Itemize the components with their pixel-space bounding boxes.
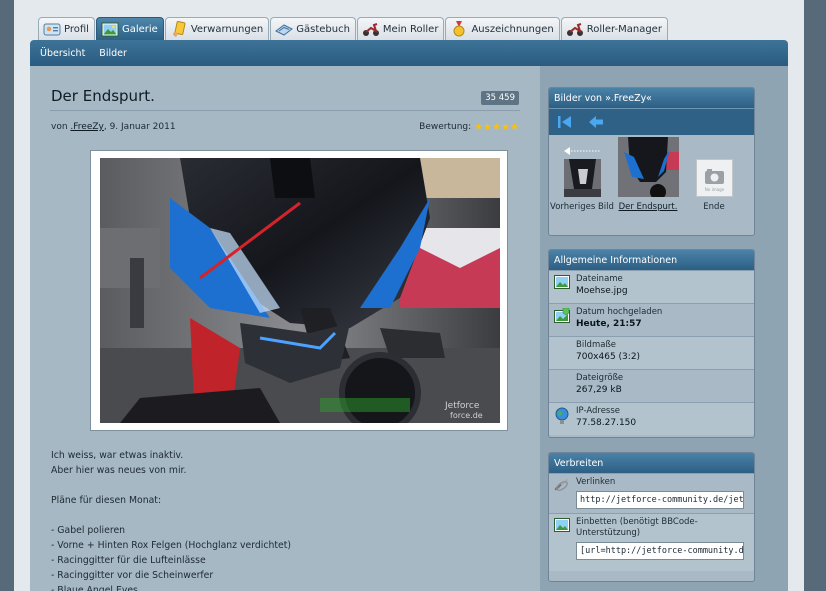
link-icon <box>554 477 576 509</box>
scooter-icon <box>362 21 380 37</box>
image-file-icon <box>554 274 576 299</box>
current-thumbnail-label[interactable]: Der Endspurt. <box>619 201 678 213</box>
tab-gaestebuch[interactable]: Gästebuch <box>270 17 356 40</box>
pictures-by-user-link[interactable]: Bilder von ».FreeZy« <box>554 93 652 104</box>
current-thumbnail-image <box>617 137 679 197</box>
image-content: Der Endspurt. 35 459 von .FreeZy, 9. Jan… <box>30 66 540 591</box>
page-title: Der Endspurt. <box>51 87 155 105</box>
info-label: Dateigröße <box>576 373 624 383</box>
previous-thumbnail[interactable]: Vorheriges Bild <box>549 137 615 232</box>
info-value: 700x465 (3:2) <box>576 352 641 362</box>
page: Profil Galerie Verwarnungen Gästebuch Me… <box>14 0 804 591</box>
info-row-filesize: Dateigröße 267,29 kB <box>549 369 754 402</box>
embed-image-icon <box>554 517 576 567</box>
info-label: Bildmaße <box>576 340 617 350</box>
link-url-field[interactable]: http://jetforce-community.de/jetforce <box>576 491 744 509</box>
info-row-dimensions: Bildmaße 700x465 (3:2) <box>549 336 754 369</box>
end-thumbnail: No image Ende <box>681 137 747 232</box>
share-box-header: Verbreiten <box>549 453 754 473</box>
current-thumbnail[interactable]: Der Endspurt. <box>615 137 681 232</box>
rating-label: Bewertung: <box>419 122 472 132</box>
info-value: 267,29 kB <box>576 385 622 395</box>
tab-galerie[interactable]: Galerie <box>95 17 164 40</box>
arrow-left-icon <box>589 116 603 128</box>
warning-card-icon <box>170 21 188 37</box>
tab-auszeichnungen[interactable]: Auszeichnungen <box>445 17 560 40</box>
previous-picture-button[interactable] <box>586 112 606 132</box>
tab-label: Verwarnungen <box>190 23 264 35</box>
share-label: Einbetten (benötigt BBCode-Unterstützung… <box>576 517 698 538</box>
image-description: Ich weiss, war etwas inaktiv. Aber hier … <box>51 450 292 591</box>
subnav-pictures-link[interactable]: Bilder <box>99 48 127 59</box>
info-row-ip: IP-Adresse 77.58.27.150 <box>549 402 754 435</box>
share-row-link: Verlinken http://jetforce-community.de/je… <box>549 473 754 513</box>
share-row-embed: Einbetten (benötigt BBCode-Unterstützung… <box>549 513 754 571</box>
tab-profil[interactable]: Profil <box>38 17 95 40</box>
info-row-filename: Dateiname Moehse.jpg <box>549 270 754 303</box>
tab-label: Auszeichnungen <box>471 23 554 35</box>
scooter-icon <box>566 21 584 37</box>
info-label: Dateiname <box>576 274 623 284</box>
rating: Bewertung: ★ ★ ★ ★ ★ <box>419 122 519 132</box>
info-value: Moehse.jpg <box>576 286 628 296</box>
gallery-subnav: Übersicht Bilder <box>30 40 788 66</box>
tab-roller-manager[interactable]: Roller-Manager <box>560 17 668 40</box>
share-label: Verlinken <box>576 477 616 487</box>
info-row-upload-date: Datum hochgeladen Heute, 21:57 <box>549 303 754 336</box>
view-count-badge: 35 459 <box>481 91 519 105</box>
watermark-top: Jetforce <box>444 401 480 411</box>
photo-frame: Jetforce force.de <box>90 150 508 431</box>
info-label: IP-Adresse <box>576 406 621 416</box>
tab-label: Mein Roller <box>382 23 439 35</box>
byline-prefix: von <box>51 122 71 132</box>
tab-label: Roller-Manager <box>586 23 662 35</box>
tab-mein-roller[interactable]: Mein Roller <box>356 17 445 40</box>
previous-thumbnail-label: Vorheriges Bild <box>550 202 614 212</box>
upload-date: , 9. Januar 2011 <box>103 122 176 132</box>
pictures-box: Bilder von ».FreeZy« Vorheriges Bild Der <box>548 87 755 236</box>
pictures-box-header: Bilder von ».FreeZy« <box>549 88 754 108</box>
rating-stars[interactable]: ★ ★ ★ ★ ★ <box>474 121 519 133</box>
watermark-bottom: force.de <box>450 411 483 420</box>
no-image-icon: No image <box>695 159 733 197</box>
dotted-arrow-left-icon <box>564 147 600 155</box>
medal-icon <box>450 21 468 37</box>
info-value: Heute, 21:57 <box>576 319 642 329</box>
info-rows: Dateiname Moehse.jpg Datum hochgeladen Heu… <box>549 270 754 435</box>
sidebar: Bilder von ».FreeZy« Vorheriges Bild Der <box>540 66 788 591</box>
info-box: Allgemeine Informationen Dateiname Moehse… <box>548 249 755 438</box>
skip-first-icon <box>558 116 571 128</box>
info-value: 77.58.27.150 <box>576 418 637 428</box>
info-label: Datum hochgeladen <box>576 307 663 317</box>
subnav-overview-link[interactable]: Übersicht <box>40 48 85 59</box>
previous-thumbnail-image <box>563 159 601 197</box>
author-link[interactable]: .FreeZy <box>70 122 103 132</box>
star-icon: ★ <box>483 121 493 133</box>
star-icon: ★ <box>510 121 519 133</box>
upload-date-icon <box>554 307 576 332</box>
tab-verwarnungen[interactable]: Verwarnungen <box>164 17 270 40</box>
no-image-placeholder-text: No image <box>704 187 724 192</box>
first-picture-button[interactable] <box>555 112 575 132</box>
gallery-image-icon <box>101 21 119 37</box>
star-icon: ★ <box>501 121 511 133</box>
tab-label: Galerie <box>121 23 158 35</box>
byline: von .FreeZy, 9. Januar 2011 <box>51 122 176 132</box>
share-box: Verbreiten Verlinken http://jetforce-comm… <box>548 452 755 582</box>
profile-card-icon <box>43 21 61 37</box>
tab-label: Gästebuch <box>296 23 350 35</box>
main-photo[interactable]: Jetforce force.de <box>100 158 500 423</box>
embed-code-field[interactable]: [url=http://jetforce-community.de/jetfor… <box>576 542 744 560</box>
tab-label: Profil <box>64 23 89 35</box>
star-icon: ★ <box>492 121 502 133</box>
info-box-header: Allgemeine Informationen <box>549 250 754 270</box>
divider <box>50 110 520 111</box>
guestbook-icon <box>275 21 294 37</box>
picture-thumbnails: Vorheriges Bild Der Endspurt. No image E… <box>549 135 754 232</box>
picture-nav <box>549 108 754 135</box>
profile-tabs: Profil Galerie Verwarnungen Gästebuch Me… <box>38 17 669 40</box>
end-thumbnail-label: Ende <box>703 202 725 212</box>
globe-icon <box>554 406 576 431</box>
star-icon: ★ <box>474 121 484 133</box>
